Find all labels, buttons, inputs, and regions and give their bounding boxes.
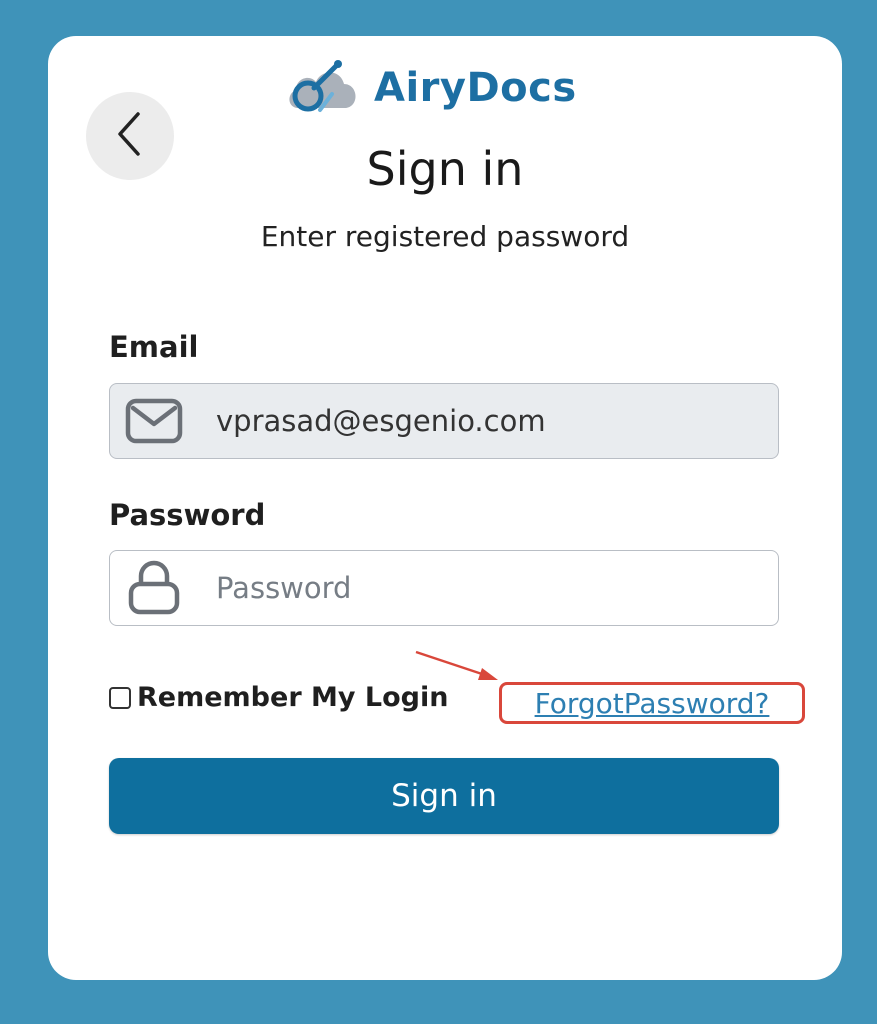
page-title: Sign in	[366, 142, 524, 196]
brand-name: AiryDocs	[374, 65, 577, 111]
password-input[interactable]	[214, 570, 758, 606]
forgot-password-highlight: ForgotPassword?	[499, 682, 805, 724]
email-input[interactable]	[214, 403, 758, 439]
lock-icon	[124, 558, 184, 618]
sign-in-button[interactable]: Sign in	[109, 758, 779, 834]
mail-icon	[124, 391, 184, 451]
brand-logo: AiryDocs	[284, 56, 577, 120]
remember-login: Remember My Login	[109, 682, 448, 713]
password-field[interactable]	[109, 550, 779, 626]
email-label: Email	[109, 330, 199, 364]
remember-checkbox[interactable]	[109, 686, 131, 709]
email-field[interactable]	[109, 383, 779, 459]
remember-label: Remember My Login	[137, 682, 449, 713]
sign-in-label: Sign in	[391, 778, 497, 814]
login-card: AiryDocs Sign in Enter registered passwo…	[48, 36, 842, 980]
forgot-password-link[interactable]: ForgotPassword?	[535, 687, 770, 720]
page-subtitle: Enter registered password	[260, 220, 630, 253]
password-label: Password	[109, 498, 266, 532]
annotation-arrow	[415, 650, 498, 680]
cloud-link-icon	[284, 54, 364, 123]
